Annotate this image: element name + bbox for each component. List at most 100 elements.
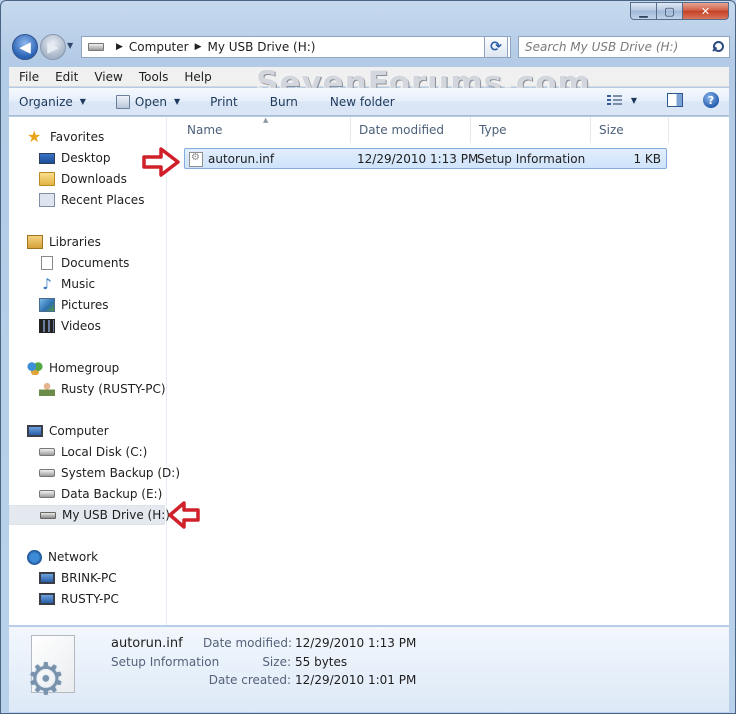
menu-file[interactable]: File [9,70,45,84]
network-icon [27,549,42,565]
column-header-size[interactable]: Size [591,117,669,143]
nav-label: BRINK-PC [61,571,117,585]
column-header-type[interactable]: Type [471,117,591,143]
address-bar[interactable]: ▶ Computer ▶ My USB Drive (H:) ▼ [81,36,511,58]
nav-downloads[interactable]: Downloads [39,169,127,189]
file-type: Setup Information [477,152,586,166]
nav-desktop[interactable]: Desktop [39,148,111,168]
organize-button[interactable]: Organize ▼ [9,95,96,109]
chevron-down-icon: ▼ [79,97,86,106]
sort-ascending-icon: ▲ [263,116,269,124]
breadcrumb-separator-icon[interactable]: ▶ [195,42,202,52]
organize-label: Organize [19,94,73,109]
recent-pages-dropdown-icon[interactable]: ▼ [67,41,73,50]
nav-label: Recent Places [61,193,145,207]
column-header-date-modified[interactable]: Date modified [351,117,471,143]
chevron-down-icon: ▼ [173,97,181,106]
content-area: ★ Favorites Desktop Downloads Recent Pla… [9,116,729,625]
nav-homegroup[interactable]: Homegroup [27,358,119,378]
nav-recent-places[interactable]: Recent Places [39,190,144,210]
search-icon[interactable] [712,41,724,53]
nav-label: My USB Drive (H:) [62,508,170,522]
setup-file-large-icon [26,635,75,705]
nav-usb-drive-h[interactable]: My USB Drive (H:) [9,505,170,525]
details-date-modified: 12/29/2010 1:13 PM [295,636,417,650]
forward-button[interactable]: ▶ [40,34,66,60]
nav-data-backup-e[interactable]: Data Backup (E:) [39,484,162,504]
nav-computer[interactable]: Computer [27,421,109,441]
nav-brink-pc[interactable]: BRINK-PC [39,568,117,588]
column-header-name[interactable]: Name ▲ [179,116,351,143]
open-button[interactable]: Open ▼ [96,94,190,109]
user-icon [39,382,55,396]
nav-label: Rusty (RUSTY-PC) [61,382,166,396]
table-row[interactable]: autorun.inf 12/29/2010 1:13 PM Setup Inf… [184,148,667,169]
nav-pictures[interactable]: Pictures [39,295,109,315]
nav-label: Documents [61,256,130,270]
usb-drive-icon [40,511,56,519]
close-button[interactable]: ✕ [683,2,729,20]
nav-videos[interactable]: Videos [39,316,101,336]
menu-tools[interactable]: Tools [129,70,175,84]
minimize-button[interactable]: ▁ [630,2,657,20]
navigation-bar: ◀ ▶ ▼ ▶ Computer ▶ My USB Drive (H:) ▼ ⟳ [9,31,731,63]
open-icon [115,94,130,109]
file-name: autorun.inf [208,152,275,166]
breadcrumb-usb-drive[interactable]: My USB Drive (H:) [208,40,316,54]
nav-rusty-user[interactable]: Rusty (RUSTY-PC) [39,379,166,399]
search-box[interactable] [518,36,730,58]
new-folder-button[interactable]: New folder [308,95,405,109]
nav-label: System Backup (D:) [61,466,181,480]
breadcrumb-separator-icon[interactable]: ▶ [116,42,123,52]
nav-local-disk-c[interactable]: Local Disk (C:) [39,442,147,462]
chevron-down-icon[interactable]: ▼ [631,96,637,105]
nav-label: Desktop [61,151,111,165]
details-date-modified-label: Date modified: [203,636,293,650]
hard-disk-icon [39,469,55,477]
nav-favorites[interactable]: ★ Favorites [27,127,104,147]
nav-label: Homegroup [49,361,120,375]
menu-edit[interactable]: Edit [45,70,84,84]
details-date-created: 12/29/2010 1:01 PM [295,673,417,687]
help-icon[interactable]: ? [703,92,719,108]
menu-help[interactable]: Help [174,70,217,84]
nav-network[interactable]: Network [27,547,98,567]
network-computer-icon [39,572,55,584]
maximize-button[interactable]: ▢ [657,2,683,20]
pictures-icon [39,298,55,312]
preview-pane-icon[interactable] [667,93,683,107]
change-view-icon[interactable] [606,93,623,107]
nav-music[interactable]: ♪ Music [39,274,95,294]
search-input[interactable] [519,40,699,54]
annotation-arrow-icon [142,147,180,177]
nav-rusty-pc[interactable]: RUSTY-PC [39,589,119,609]
drive-icon [88,43,104,51]
file-size: 1 KB [633,152,661,166]
star-icon: ★ [27,127,42,146]
navigation-pane: ★ Favorites Desktop Downloads Recent Pla… [9,117,180,625]
nav-label: Music [61,277,96,291]
details-date-created-label: Date created: [208,673,291,687]
music-icon: ♪ [42,275,52,293]
nav-label: Videos [61,319,101,333]
breadcrumb-computer[interactable]: Computer [129,40,189,54]
nav-system-backup-d[interactable]: System Backup (D:) [39,463,180,483]
videos-icon [39,319,55,333]
menu-view[interactable]: View [84,70,128,84]
column-label: Name [187,123,223,137]
nav-libraries[interactable]: Libraries [27,232,101,252]
print-button[interactable]: Print [190,95,248,109]
nav-label: Favorites [50,130,105,144]
file-date-modified: 12/29/2010 1:13 PM [357,152,479,166]
burn-button[interactable]: Burn [248,95,308,109]
nav-label: Local Disk (C:) [61,445,148,459]
desktop-icon [39,152,55,164]
nav-label: Downloads [61,172,127,186]
back-button[interactable]: ◀ [12,34,38,60]
details-pane: autorun.inf Setup Information Date modif… [9,626,729,712]
nav-label: Data Backup (E:) [61,487,163,501]
column-label: Type [479,123,507,137]
refresh-button[interactable]: ⟳ [484,36,508,58]
details-size: 55 bytes [295,655,348,669]
nav-documents[interactable]: Documents [39,253,129,273]
